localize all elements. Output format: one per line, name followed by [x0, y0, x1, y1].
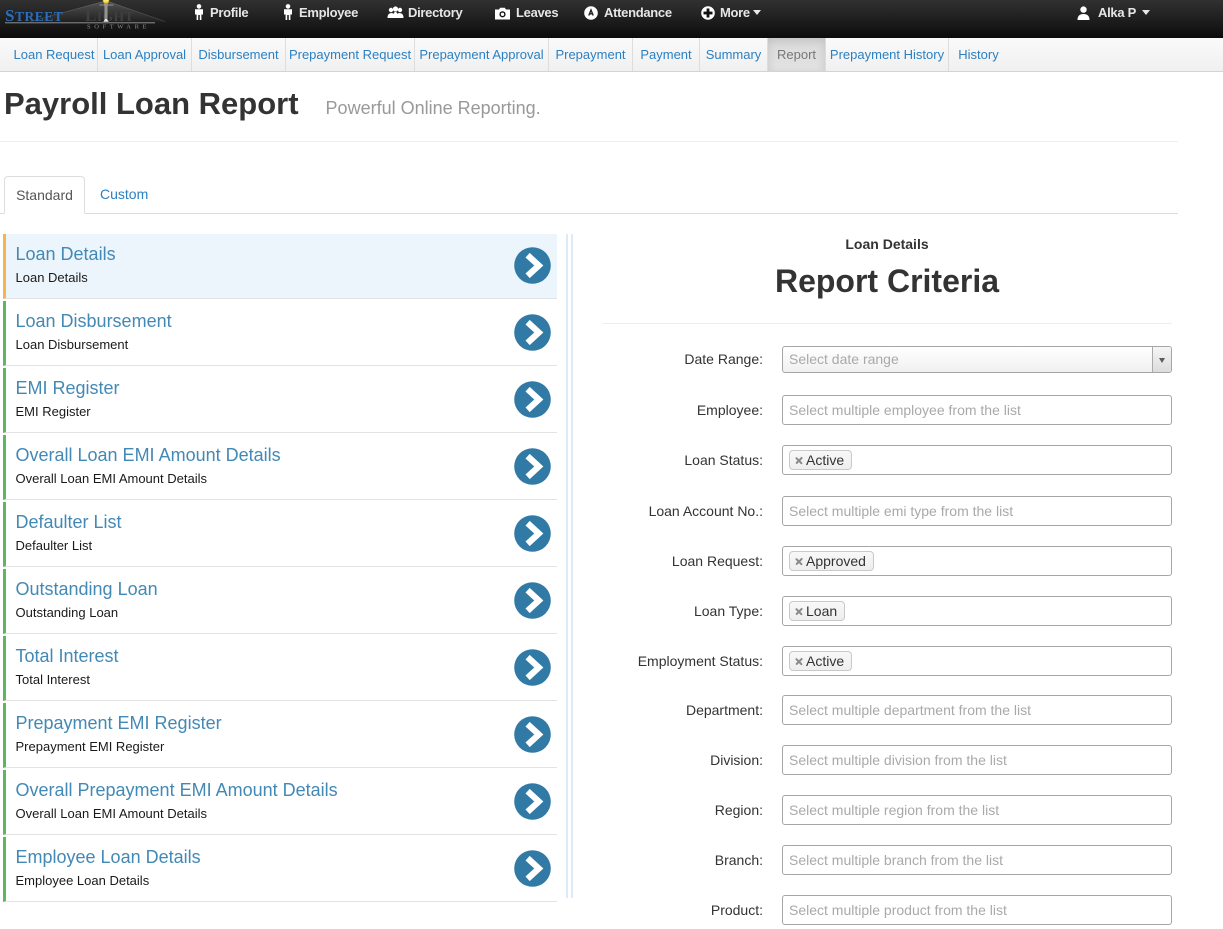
svg-text:STREET: STREET	[5, 6, 63, 25]
svg-text:SOFTWARE: SOFTWARE	[87, 24, 150, 31]
svg-text:LIGHT: LIGHT	[85, 6, 134, 25]
